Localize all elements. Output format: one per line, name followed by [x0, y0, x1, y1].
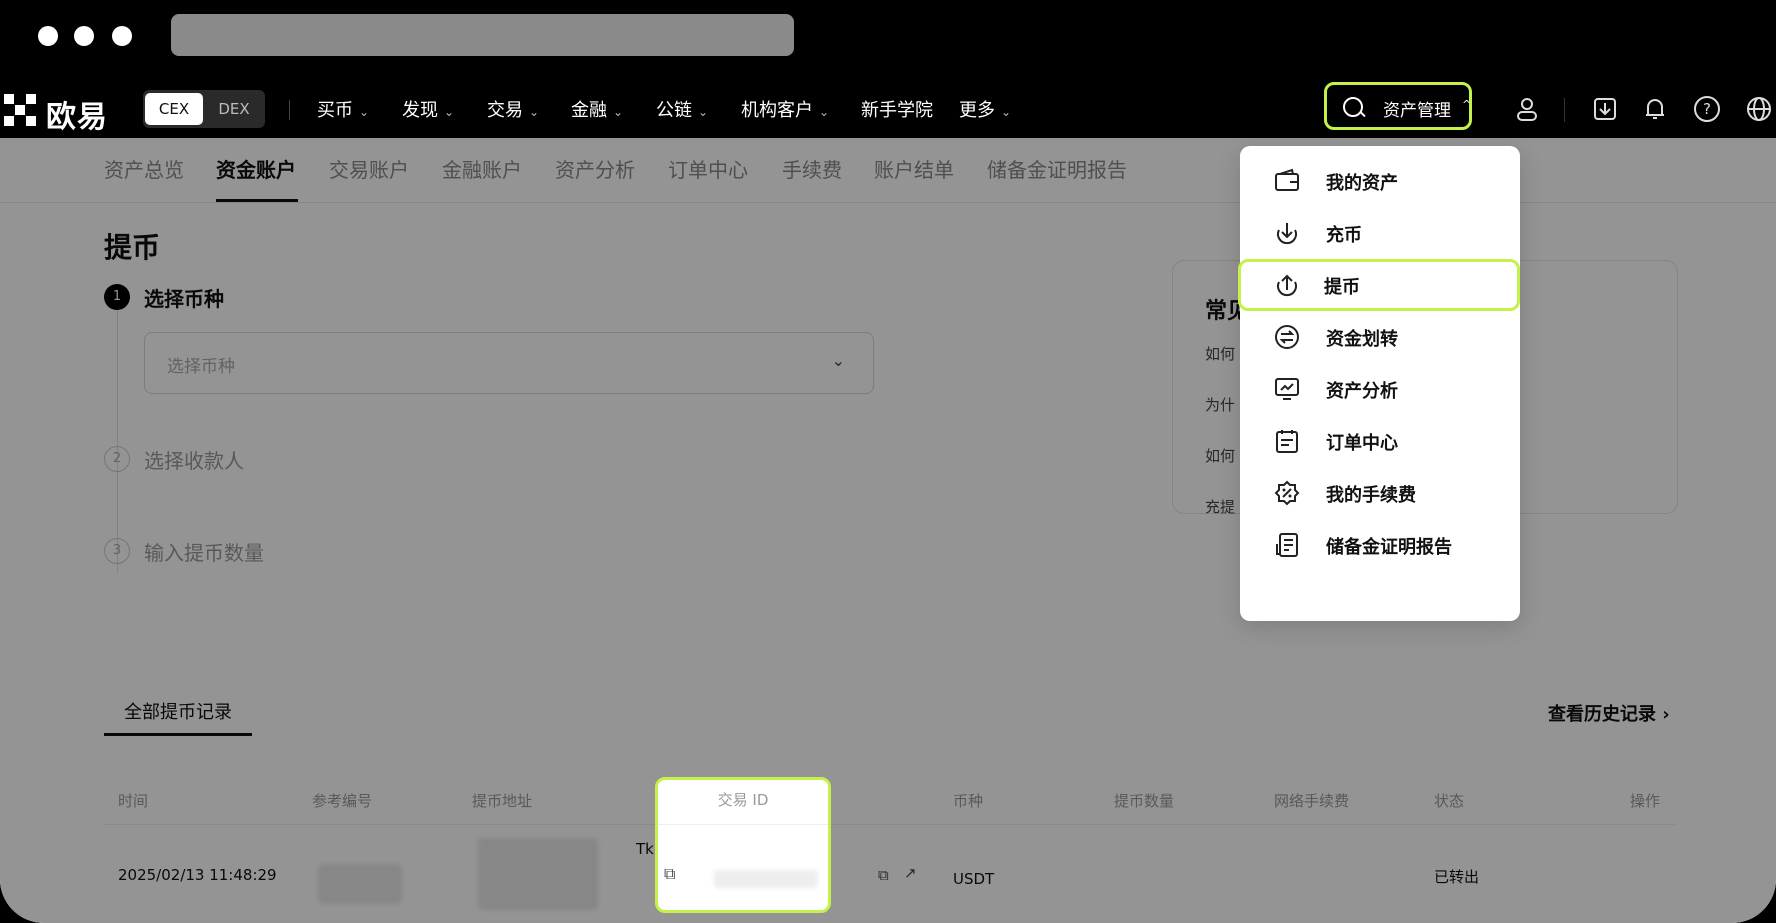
menu-item-my-assets[interactable]: 我的资产 — [1240, 155, 1520, 207]
top-navigation: 欧易 CEX DEX 买币 ⌄ 发现 ⌄ 交易 ⌄ 金融 ⌄ 公链 ⌄ 机构客户 ⌄ 新手学… — [0, 82, 1776, 138]
deposit-icon — [1277, 223, 1297, 245]
menu-item-orders[interactable]: 订单中心 — [1240, 415, 1520, 467]
window-dot-zoom[interactable] — [112, 26, 132, 46]
menu-item-label: 资金划转 — [1326, 329, 1398, 350]
menu-item-label: 我的资产 — [1326, 173, 1398, 194]
bell-icon[interactable] — [1642, 96, 1668, 122]
menu-item-fees[interactable]: 我的手续费 — [1240, 467, 1520, 519]
chevron-down-icon: ⌄ — [613, 105, 624, 119]
menu-item-label: 充币 — [1326, 225, 1362, 246]
menu-item-analysis[interactable]: 资产分析 — [1240, 363, 1520, 415]
window-dot-close[interactable] — [38, 26, 58, 46]
nav-item-chain[interactable]: 公链 ⌄ — [656, 96, 708, 122]
screen: 欧易 CEX DEX 买币 ⌄ 发现 ⌄ 交易 ⌄ 金融 ⌄ 公链 ⌄ 机构客户 ⌄ 新手学… — [0, 0, 1776, 923]
help-icon[interactable]: ? — [1694, 96, 1720, 122]
menu-item-withdraw[interactable]: 提币 — [1238, 259, 1520, 311]
menu-item-label: 提币 — [1324, 277, 1360, 298]
chevron-down-icon: ⌄ — [698, 105, 709, 119]
address-bar[interactable] — [171, 14, 794, 56]
chevron-down-icon: ⌄ — [1001, 105, 1012, 119]
withdraw-icon — [1277, 274, 1297, 297]
orders-icon — [1276, 430, 1298, 453]
globe-icon[interactable] — [1746, 96, 1772, 122]
copy-icon[interactable]: ⧉ — [664, 864, 675, 884]
okx-logo-icon[interactable] — [4, 94, 36, 126]
menu-item-proof-of-reserves[interactable]: 储备金证明报告 — [1240, 519, 1520, 571]
cex-dex-switch[interactable]: CEX DEX — [143, 90, 265, 128]
download-icon[interactable] — [1592, 96, 1618, 122]
menu-item-label: 资产分析 — [1326, 381, 1398, 402]
asset-management-menu: 我的资产 充币 提币 资金划转 资产分析 订单中心 我的手续费 储备金证明报告 — [1238, 146, 1520, 621]
menu-item-label: 储备金证明报告 — [1326, 537, 1452, 558]
nav-item-buy[interactable]: 买币 ⌄ — [317, 96, 369, 122]
transaction-id-column: 交易 ID ⧉ — [655, 777, 831, 913]
user-icon[interactable] — [1514, 96, 1540, 122]
menu-item-deposit[interactable]: 充币 — [1240, 207, 1520, 259]
chevron-down-icon: ⌄ — [529, 105, 540, 119]
nav-item-discover[interactable]: 发现 ⌄ — [402, 96, 454, 122]
menu-item-label: 我的手续费 — [1326, 485, 1416, 506]
chevron-down-icon: ⌄ — [444, 105, 455, 119]
window-dot-minimize[interactable] — [74, 26, 94, 46]
nav-item-more[interactable]: 更多 ⌄ — [959, 96, 1011, 122]
nav-item-trade[interactable]: 交易 ⌄ — [487, 96, 539, 122]
window-chrome — [0, 0, 1776, 82]
cex-tab[interactable]: CEX — [145, 93, 203, 125]
nav-item-academy[interactable]: 新手学院 — [861, 96, 933, 122]
chevron-up-icon: ^ — [1462, 98, 1472, 111]
chevron-down-icon: ⌄ — [359, 105, 370, 119]
transfer-icon — [1275, 325, 1299, 349]
redacted-transaction-id — [714, 870, 818, 888]
column-transaction-id: 交易 ID — [658, 780, 828, 825]
menu-item-label: 订单中心 — [1326, 433, 1398, 454]
asset-management-label: 资产管理 — [1383, 101, 1451, 121]
analysis-icon — [1275, 378, 1299, 400]
toolbar-divider — [1564, 98, 1565, 122]
dex-tab[interactable]: DEX — [205, 93, 263, 125]
search-icon — [1343, 97, 1363, 117]
nav-item-finance[interactable]: 金融 ⌄ — [571, 96, 623, 122]
nav-divider — [289, 100, 290, 120]
asset-management-button[interactable]: 资产管理 ^ — [1324, 82, 1472, 130]
fee-icon — [1274, 480, 1300, 506]
nav-item-institutional[interactable]: 机构客户 ⌄ — [741, 96, 829, 122]
logo-text[interactable]: 欧易 — [46, 92, 108, 136]
browser-window: 欧易 CEX DEX 买币 ⌄ 发现 ⌄ 交易 ⌄ 金融 ⌄ 公链 ⌄ 机构客户 ⌄ 新手学… — [0, 0, 1776, 923]
chevron-down-icon: ⌄ — [819, 105, 830, 119]
menu-item-transfer[interactable]: 资金划转 — [1240, 311, 1520, 363]
report-icon — [1276, 533, 1298, 557]
wallet-icon — [1275, 168, 1299, 191]
